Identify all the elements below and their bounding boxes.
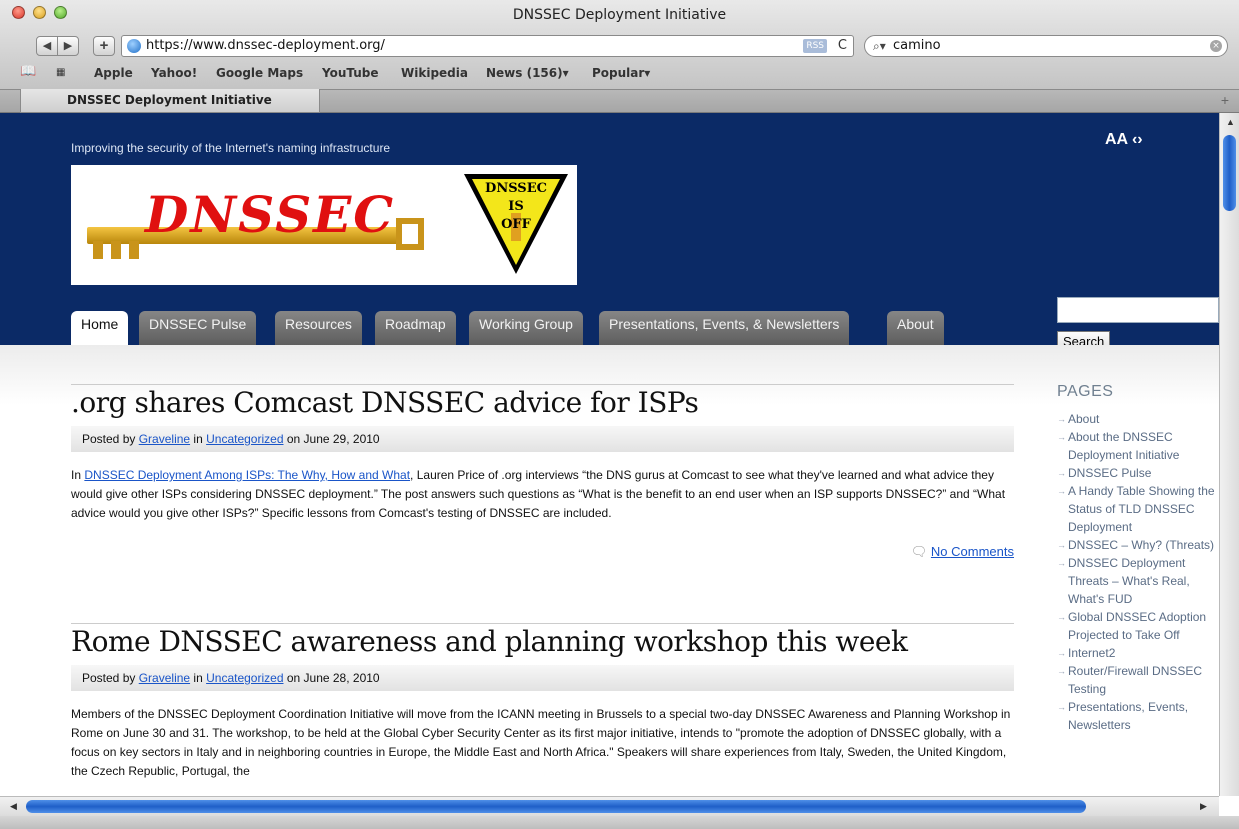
key-tooth-shape [93, 241, 103, 259]
tab-bar: DNSSEC Deployment Initiative + [0, 89, 1239, 113]
comment-bubble-icon: 🗨 [910, 544, 928, 559]
reading-list-icon[interactable]: 📖 [20, 64, 36, 79]
sidebar-item-internet2[interactable]: Internet2 [1057, 644, 1219, 662]
key-tooth-shape [129, 241, 139, 259]
sidebar-item-deployment-threats[interactable]: DNSSEC Deployment Threats – What's Real,… [1057, 554, 1219, 608]
site-header: Improving the security of the Internet's… [0, 113, 1219, 346]
site-logo[interactable]: DNSSEC DNSSEC IS OFF [71, 165, 577, 285]
sidebar-item-why-threats[interactable]: DNSSEC – Why? (Threats) [1057, 536, 1219, 554]
sidebar-item-presentations[interactable]: Presentations, Events, Newsletters [1057, 698, 1219, 734]
site-globe-icon [127, 39, 141, 53]
sign-line-3: OFF [501, 217, 531, 232]
bookmark-wikipedia[interactable]: Wikipedia [401, 66, 468, 80]
article-link[interactable]: DNSSEC Deployment Among ISPs: The Why, H… [84, 468, 410, 482]
nav-home[interactable]: Home [71, 311, 129, 346]
post-date: on June 29, 2010 [286, 432, 380, 446]
new-tab-icon[interactable]: + [1221, 92, 1229, 108]
sign-line-2: IS [508, 199, 524, 214]
site-search-input[interactable] [1057, 297, 1219, 323]
bookmark-google-maps[interactable]: Google Maps [216, 66, 303, 80]
post-body: Members of the DNSSEC Deployment Coordin… [71, 707, 1011, 778]
clear-search-icon[interactable]: × [1210, 40, 1222, 52]
vertical-scrollbar[interactable]: ▲ [1219, 113, 1239, 796]
forward-button[interactable]: ▶ [57, 36, 79, 56]
sidebar-item-global-adoption[interactable]: Global DNSSEC Adoption Projected to Take… [1057, 608, 1219, 644]
rss-button[interactable]: RSS [803, 39, 827, 53]
post-divider [71, 384, 1014, 385]
category-link[interactable]: Uncategorized [206, 432, 283, 446]
sign-line-1: DNSSEC [485, 181, 547, 196]
post-meta: Posted by Graveline in Uncategorized on … [71, 665, 1014, 691]
meta-label: Posted by [82, 671, 136, 685]
scroll-up-arrow-icon[interactable]: ▲ [1226, 117, 1235, 127]
sidebar-item-dnssec-pulse[interactable]: DNSSEC Pulse [1057, 464, 1219, 482]
post-title[interactable]: Rome DNSSEC awareness and planning works… [71, 625, 908, 658]
browser-window: DNSSEC Deployment Initiative ◀ ▶ + https… [0, 0, 1239, 829]
category-link[interactable]: Uncategorized [206, 671, 283, 685]
address-text: https://www.dnssec-deployment.org/ [146, 38, 385, 53]
scroll-left-arrow-icon[interactable]: ◀ [10, 801, 17, 812]
bookmark-apple[interactable]: Apple [94, 66, 133, 80]
author-link[interactable]: Graveline [139, 432, 190, 446]
bookmarks-bar: 📖 ▦ Apple Yahoo! Google Maps YouTube Wik… [0, 62, 1239, 84]
nav-about[interactable]: About [887, 311, 944, 345]
post-divider [71, 623, 1014, 624]
window-title: DNSSEC Deployment Initiative [512, 7, 727, 23]
sidebar-item-about-initiative[interactable]: About the DNSSEC Deployment Initiative [1057, 428, 1219, 464]
body-text: In [71, 468, 82, 482]
bookmark-youtube[interactable]: YouTube [322, 66, 379, 80]
nav-roadmap[interactable]: Roadmap [375, 311, 456, 345]
font-size-control[interactable]: AA ‹› [1105, 131, 1143, 149]
add-bookmark-button[interactable]: + [93, 36, 115, 56]
web-page: Improving the security of the Internet's… [0, 113, 1219, 796]
search-field[interactable]: ⌕▾ camino × [864, 35, 1228, 57]
status-bar [0, 816, 1239, 829]
back-button[interactable]: ◀ [36, 36, 58, 56]
sidebar-item-about[interactable]: About [1057, 410, 1219, 428]
horizontal-scroll-thumb[interactable] [26, 800, 1086, 813]
vertical-scroll-thumb[interactable] [1223, 135, 1236, 211]
top-sites-grid-icon[interactable]: ▦ [56, 67, 65, 78]
post-meta: Posted by Graveline in Uncategorized on … [71, 426, 1014, 452]
nav-working-group[interactable]: Working Group [469, 311, 583, 345]
nav-resources[interactable]: Resources [275, 311, 362, 345]
nav-presentations[interactable]: Presentations, Events, & Newsletters [599, 311, 850, 345]
bookmark-popular-menu[interactable]: Popular▾ [592, 66, 650, 80]
key-tooth-shape [111, 241, 121, 259]
comments-link[interactable]: No Comments [931, 544, 1014, 559]
nav-dnssec-pulse[interactable]: DNSSEC Pulse [139, 311, 257, 345]
bookmark-yahoo[interactable]: Yahoo! [151, 66, 197, 80]
title-bar: DNSSEC Deployment Initiative ◀ ▶ + https… [0, 0, 1239, 90]
sidebar-heading: PAGES [1057, 383, 1114, 400]
meta-label: in [193, 432, 203, 446]
bookmark-news-menu[interactable]: News (156)▾ [486, 66, 569, 80]
scroll-right-arrow-icon[interactable]: ▶ [1200, 801, 1207, 812]
comments: 🗨 No Comments [911, 544, 1014, 560]
meta-label: in [193, 671, 203, 685]
post-date: on June 28, 2010 [286, 671, 380, 685]
key-bow-shape [396, 218, 424, 250]
main-content: .org shares Comcast DNSSEC advice for IS… [0, 345, 1219, 796]
post-body: In DNSSEC Deployment Among ISPs: The Why… [71, 466, 1014, 523]
sidebar-item-router-testing[interactable]: Router/Firewall DNSSEC Testing [1057, 662, 1219, 698]
logo-text: DNSSEC [145, 185, 396, 244]
reload-icon[interactable]: C [838, 36, 847, 56]
tab-dnssec[interactable]: DNSSEC Deployment Initiative [20, 89, 320, 113]
sidebar-pages: PAGES About About the DNSSEC Deployment … [1057, 383, 1219, 734]
meta-label: Posted by [82, 432, 136, 446]
search-magnifier-icon: ⌕▾ [873, 39, 886, 53]
dnssec-is-off-sign: DNSSEC IS OFF [461, 171, 571, 282]
author-link[interactable]: Graveline [139, 671, 190, 685]
horizontal-scrollbar[interactable]: ◀ ▶ [0, 796, 1219, 816]
sidebar-item-tld-table[interactable]: A Handy Table Showing the Status of TLD … [1057, 482, 1219, 536]
site-slogan: Improving the security of the Internet's… [71, 141, 391, 155]
search-field-value: camino [893, 38, 941, 53]
address-bar[interactable]: https://www.dnssec-deployment.org/ RSS C [121, 35, 854, 57]
post-title[interactable]: .org shares Comcast DNSSEC advice for IS… [71, 386, 699, 419]
